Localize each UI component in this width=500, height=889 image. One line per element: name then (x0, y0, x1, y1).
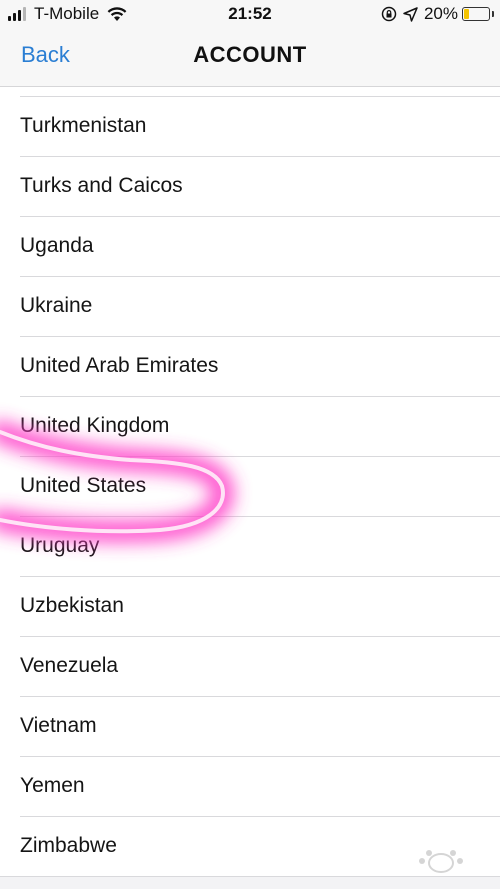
watermark-logo (419, 850, 463, 873)
country-label: Uruguay (20, 534, 100, 557)
country-list-item[interactable]: Ukraine (20, 276, 500, 336)
country-label: Venezuela (20, 654, 119, 677)
country-label: Turkmenistan (20, 114, 147, 137)
country-list-item[interactable]: Turks and Caicos (20, 156, 500, 216)
country-label: Ukraine (20, 294, 93, 317)
country-label: Vietnam (20, 714, 97, 737)
country-list-item[interactable]: United States (20, 456, 500, 516)
country-label: United Arab Emirates (20, 354, 219, 377)
navigation-bar: Back ACCOUNT (0, 30, 500, 87)
status-right: 20% (375, 4, 494, 24)
country-label: United States (20, 474, 147, 497)
country-list-item[interactable]: Uruguay (20, 516, 500, 576)
country-list-item[interactable]: Vietnam (20, 696, 500, 756)
country-label: Uganda (20, 234, 94, 257)
page-title: ACCOUNT (193, 42, 307, 67)
country-list-item[interactable]: Venezuela (20, 636, 500, 696)
rotation-lock-icon (381, 6, 397, 22)
country-list-item[interactable]: United Arab Emirates (20, 336, 500, 396)
phone-screen: T-Mobile 21:52 20% Back ACCOUNT Turkmeni… (0, 0, 500, 889)
country-label: Uzbekistan (20, 594, 124, 617)
status-bar: T-Mobile 21:52 20% (0, 0, 500, 30)
location-arrow-icon (403, 6, 418, 22)
battery-icon (462, 7, 494, 21)
country-label: Yemen (20, 774, 85, 797)
country-label: Zimbabwe (20, 834, 117, 857)
country-list: Turkmenistan Turks and Caicos Uganda Ukrain… (0, 96, 500, 876)
battery-percent: 20% (423, 4, 458, 23)
country-list-item[interactable]: Uganda (20, 216, 500, 276)
country-list-item[interactable]: Uzbekistan (20, 576, 500, 636)
country-label: Turks and Caicos (20, 174, 183, 197)
country-list-item[interactable]: Yemen (20, 756, 500, 816)
country-list-item[interactable]: United Kingdom (20, 396, 500, 456)
country-list-item[interactable]: Turkmenistan (20, 96, 500, 156)
country-label: United Kingdom (20, 414, 170, 437)
